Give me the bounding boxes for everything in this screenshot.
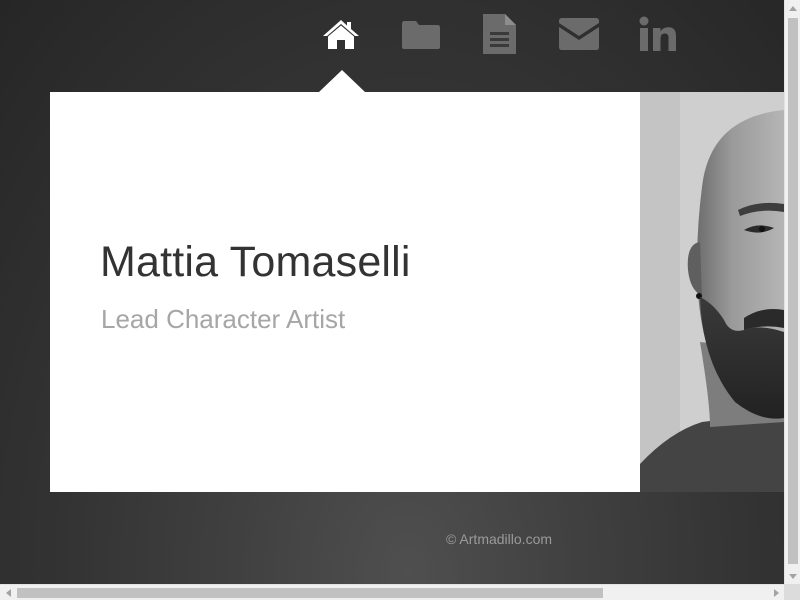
active-nav-pointer [319,70,365,92]
scroll-right-arrow-icon[interactable] [768,585,784,600]
profile-role: Lead Character Artist [101,304,346,334]
portrait-photo [640,92,784,492]
home-icon [323,20,359,49]
nav-linkedin-link[interactable] [636,12,680,56]
profile-name: Mattia Tomaselli [100,238,411,286]
linkedin-icon [639,16,676,51]
vertical-scrollbar[interactable] [784,0,800,584]
scroll-left-arrow-icon[interactable] [0,585,16,600]
vertical-scrollbar-thumb[interactable] [788,18,798,564]
nav-portfolio-link[interactable] [399,12,443,56]
nav-resume-link[interactable] [477,12,521,56]
folder-icon [402,21,440,49]
envelope-icon [559,18,599,50]
top-nav [0,12,784,56]
scroll-up-arrow-icon[interactable] [785,0,800,16]
scroll-down-arrow-icon[interactable] [785,568,800,584]
nav-home-link[interactable] [319,12,363,56]
copyright-text: © Artmadillo.com [446,531,553,547]
portrait-illustration [640,92,784,492]
horizontal-scrollbar-thumb[interactable] [17,588,603,598]
page: Mattia Tomaselli Lead Character Artist ©… [0,0,784,584]
profile-card: Mattia Tomaselli Lead Character Artist [50,92,640,492]
horizontal-scrollbar[interactable] [0,584,784,600]
nav-contact-link[interactable] [557,12,601,56]
scrollbar-corner [784,584,800,600]
footer: © Artmadillo.com [0,530,784,550]
browser-viewport: Mattia Tomaselli Lead Character Artist ©… [0,0,800,600]
document-icon [483,14,516,54]
